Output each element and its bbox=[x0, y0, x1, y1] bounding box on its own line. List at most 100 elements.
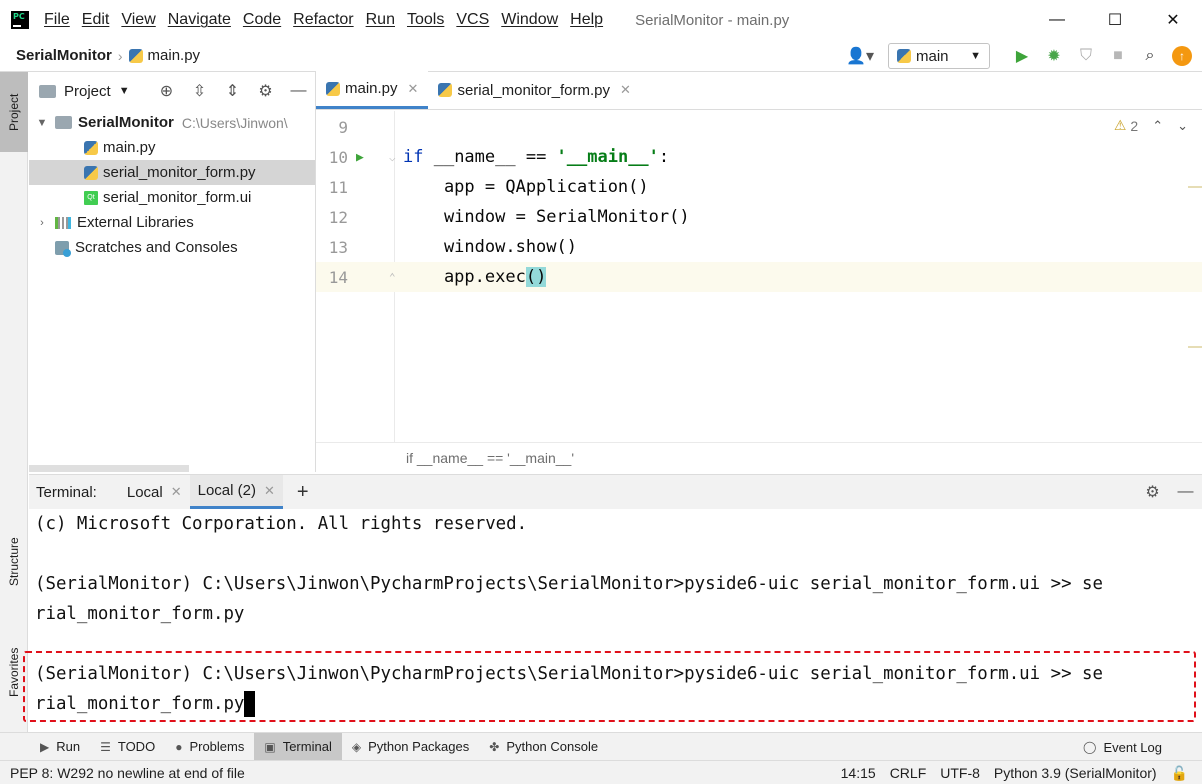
menu-refactor[interactable]: Refactor bbox=[293, 11, 353, 29]
terminal-tab-label: Local (2) bbox=[197, 482, 256, 499]
folder-icon bbox=[39, 84, 56, 98]
tab-main-py[interactable]: main.py ✕ bbox=[316, 71, 429, 109]
tool-python-console[interactable]: ✤ Python Console bbox=[479, 733, 608, 761]
tool-python-packages[interactable]: ◈ Python Packages bbox=[342, 733, 479, 761]
menu-help[interactable]: Help bbox=[570, 11, 603, 29]
event-log-icon: ◯ bbox=[1083, 740, 1097, 754]
tree-item-main-py[interactable]: main.py bbox=[29, 135, 315, 160]
line-number: 14 bbox=[328, 267, 348, 287]
code-text: if __name__ == '__main__': bbox=[403, 147, 670, 167]
chevron-down-icon[interactable]: ▼ bbox=[35, 117, 49, 129]
menu-edit[interactable]: Edit bbox=[82, 11, 110, 29]
search-icon[interactable]: ⌕ bbox=[1134, 47, 1166, 65]
minimize-button[interactable]: — bbox=[1028, 0, 1086, 40]
tree-root-serialmonitor[interactable]: ▼ SerialMonitor C:\Users\Jinwon\ bbox=[29, 110, 315, 135]
expand-all-icon[interactable]: ⇳ bbox=[183, 81, 216, 101]
hide-panel-icon[interactable]: — bbox=[1169, 483, 1202, 501]
tool-label: Event Log bbox=[1103, 739, 1162, 755]
code-line: 12 window = SerialMonitor() bbox=[316, 202, 1202, 232]
tool-problems[interactable]: ● Problems bbox=[165, 733, 254, 761]
python-file-icon bbox=[326, 81, 340, 96]
tree-root-path: C:\Users\Jinwon\ bbox=[181, 114, 288, 131]
menu-run[interactable]: Run bbox=[366, 11, 395, 29]
tool-todo[interactable]: ☰ TODO bbox=[90, 733, 165, 761]
menu-view[interactable]: View bbox=[121, 11, 155, 29]
tab-label: main.py bbox=[345, 80, 398, 97]
run-configuration-select[interactable]: main ▼ bbox=[888, 43, 990, 69]
run-icon[interactable]: ▶ bbox=[1006, 46, 1038, 66]
chevron-down-icon[interactable]: ▼ bbox=[119, 85, 130, 97]
gear-icon[interactable]: ⚙ bbox=[249, 81, 282, 101]
close-button[interactable]: ✕ bbox=[1144, 0, 1202, 40]
tool-terminal[interactable]: ▣ Terminal bbox=[254, 732, 342, 761]
menu-vcs[interactable]: VCS bbox=[456, 11, 489, 29]
close-icon[interactable]: ✕ bbox=[171, 484, 182, 500]
title-bar: PC File Edit View Navigate Code Refactor… bbox=[0, 0, 1202, 40]
stripe-tab-favorites[interactable]: Favorites bbox=[0, 632, 28, 712]
problems-icon: ● bbox=[175, 739, 183, 754]
hide-panel-icon[interactable]: — bbox=[282, 82, 315, 100]
run-gutter-icon[interactable]: ▶ bbox=[356, 150, 364, 165]
terminal-output[interactable]: (c) Microsoft Corporation. All rights re… bbox=[23, 509, 1196, 722]
gear-icon[interactable]: ⚙ bbox=[1136, 482, 1169, 502]
project-panel: Project ▼ ⊕ ⇳ ⇕ ⚙ — ▼ SerialMonitor C:\U… bbox=[29, 72, 316, 472]
fold-end-icon[interactable]: ⌃ bbox=[389, 271, 396, 284]
close-icon[interactable]: ✕ bbox=[620, 82, 631, 98]
tree-item-scratches[interactable]: Scratches and Consoles bbox=[29, 235, 315, 260]
tree-item-serial-monitor-form-py[interactable]: serial_monitor_form.py bbox=[29, 160, 315, 185]
horizontal-scrollbar[interactable] bbox=[29, 465, 189, 472]
tool-event-log[interactable]: ◯ Event Log bbox=[1083, 733, 1162, 761]
python-config-icon bbox=[897, 49, 911, 63]
tree-item-serial-monitor-form-ui[interactable]: Qt serial_monitor_form.ui bbox=[29, 185, 315, 210]
locate-file-icon[interactable]: ⊕ bbox=[150, 81, 183, 101]
tool-run[interactable]: ▶ Run bbox=[30, 733, 90, 761]
project-view-select[interactable]: Project bbox=[64, 83, 111, 100]
run-configuration-label: main bbox=[916, 47, 949, 65]
python-interpreter[interactable]: Python 3.9 (SerialMonitor) bbox=[994, 765, 1157, 781]
tree-item-label: serial_monitor_form.py bbox=[103, 164, 256, 181]
left-tool-stripe: Project Structure Favorites bbox=[0, 72, 28, 732]
terminal-panel: Terminal: Local ✕ Local (2) ✕ + ⚙ — (c) … bbox=[23, 474, 1202, 732]
breadcrumb-project[interactable]: SerialMonitor bbox=[16, 47, 112, 64]
scroll-marker[interactable] bbox=[1188, 346, 1202, 348]
caret-position[interactable]: 14:15 bbox=[841, 765, 876, 781]
user-account-icon[interactable]: 👤▾ bbox=[846, 46, 874, 66]
close-icon[interactable]: ✕ bbox=[264, 483, 275, 499]
status-message[interactable]: PEP 8: W292 no newline at end of file bbox=[10, 765, 245, 781]
run-with-coverage-icon[interactable]: ⛉ bbox=[1070, 47, 1102, 65]
menu-file[interactable]: File bbox=[44, 11, 70, 29]
scroll-marker[interactable] bbox=[1188, 186, 1202, 188]
code-area[interactable]: 9 10 ▶ ⌵ if __name__ == '__main__': 11 a… bbox=[316, 111, 1202, 442]
terminal-tab-local[interactable]: Local ✕ bbox=[119, 475, 190, 509]
stripe-tab-project[interactable]: Project bbox=[0, 72, 28, 152]
breadcrumb-file[interactable]: main.py bbox=[128, 47, 200, 64]
stripe-tab-structure[interactable]: Structure bbox=[0, 522, 28, 602]
menu-window[interactable]: Window bbox=[501, 11, 558, 29]
collapse-all-icon[interactable]: ⇕ bbox=[216, 81, 249, 101]
tree-item-external-libraries[interactable]: › External Libraries bbox=[29, 210, 315, 235]
chevron-right-icon[interactable]: › bbox=[35, 217, 49, 229]
scratches-icon bbox=[55, 240, 71, 257]
update-icon[interactable]: ↑ bbox=[1172, 46, 1192, 66]
editor-breadcrumb[interactable]: if __name__ == '__main__' bbox=[316, 442, 1202, 472]
text-cursor bbox=[244, 691, 256, 717]
tree-item-label: External Libraries bbox=[77, 214, 194, 231]
stop-icon[interactable]: ■ bbox=[1102, 47, 1134, 65]
terminal-tools: ⚙ — bbox=[1136, 475, 1202, 509]
debug-icon[interactable]: ✹ bbox=[1038, 46, 1070, 66]
python-console-icon: ✤ bbox=[489, 739, 500, 754]
close-icon[interactable]: ✕ bbox=[408, 81, 419, 97]
line-separator[interactable]: CRLF bbox=[890, 765, 927, 781]
terminal-icon: ▣ bbox=[264, 739, 276, 754]
lock-icon[interactable]: 🔓 bbox=[1171, 765, 1188, 782]
menu-code[interactable]: Code bbox=[243, 11, 281, 29]
menu-navigate[interactable]: Navigate bbox=[168, 11, 231, 29]
terminal-tab-local-2[interactable]: Local (2) ✕ bbox=[189, 475, 283, 509]
menu-bar: File Edit View Navigate Code Refactor Ru… bbox=[44, 11, 615, 29]
fold-icon[interactable]: ⌵ bbox=[389, 151, 396, 164]
maximize-button[interactable]: ☐ bbox=[1086, 0, 1144, 40]
tab-serial-monitor-form-py[interactable]: serial_monitor_form.py ✕ bbox=[428, 71, 640, 109]
menu-tools[interactable]: Tools bbox=[407, 11, 444, 29]
file-encoding[interactable]: UTF-8 bbox=[940, 765, 980, 781]
add-terminal-icon[interactable]: + bbox=[297, 481, 309, 504]
